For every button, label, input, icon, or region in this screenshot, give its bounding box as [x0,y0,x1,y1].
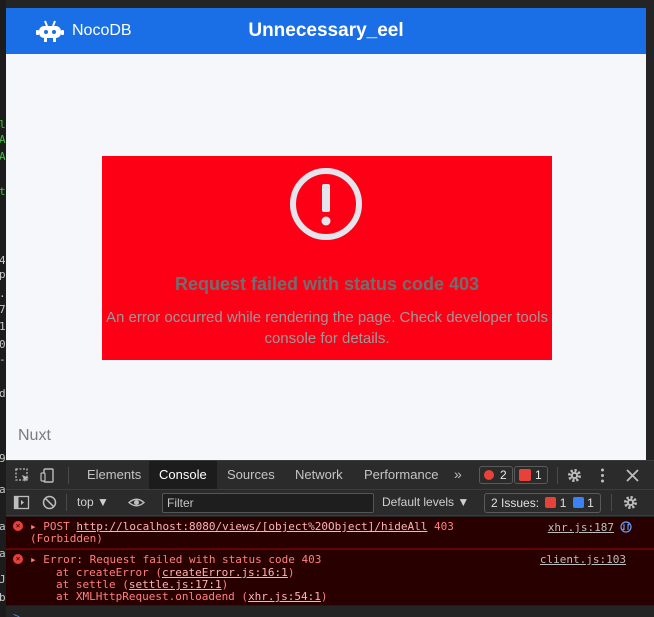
terminal-char: a [0,483,6,496]
source-link[interactable]: xhr.js:187 [548,522,614,534]
terminal-char: . [0,287,6,300]
frame-text: ) [287,566,295,579]
screen: lAAt4p.710-d9aaaJb NocoDB Unnecessary_ee… [0,0,654,617]
terminal-char: A [0,133,6,146]
message-text: ▸ Error: Request failed with status code… [30,553,322,566]
console-prompt[interactable]: > [13,610,20,617]
console-toolbar: top ▼ Filter Default levels ▼ 2 Issues: … [6,490,654,516]
frame-text: ) [320,590,328,603]
source-link[interactable]: client.js:103 [540,554,626,566]
error-panel: Request failed with status code 403 An e… [102,156,552,360]
warning-count: 1 [535,468,542,482]
error-description: An error occurred while rendering the pa… [106,309,548,347]
divider [611,494,612,511]
issues-info-count: 1 [587,496,594,510]
terminal-char: 4 [0,254,6,267]
more-tabs-icon[interactable]: » [454,466,462,482]
terminal-char: 0 [0,338,6,351]
live-expression-eye-icon[interactable] [128,494,145,511]
terminal-char: a [0,520,6,533]
devtools-panel: Elements Console Sources Network Perform… [6,460,654,617]
terminal-char: l [0,118,6,131]
status-text: (Forbidden) [30,532,103,545]
frame-text: at XMLHttpRequest.onloadend ( [56,590,249,603]
terminal-char: t [0,185,6,198]
issue-error-icon [519,469,531,481]
browser-page: NocoDB Unnecessary_eel Request failed wi… [6,8,646,460]
tab-sources[interactable]: Sources [217,461,285,489]
inspect-element-icon[interactable] [14,467,31,484]
tab-performance[interactable]: Performance [354,461,448,489]
status-code: 403 [434,520,454,533]
issues-label: 2 Issues: [491,496,540,510]
issue-info-icon [572,497,584,508]
project-title: Unnecessary_eel [248,20,404,41]
divider [66,494,67,511]
app-header: NocoDB Unnecessary_eel [6,8,646,54]
context-selector[interactable]: top ▼ [77,495,109,509]
divider [68,467,69,484]
devtools-tabbar: Elements Console Sources Network Perform… [6,461,654,490]
nuxt-footer-label: Nuxt [18,427,51,444]
frame-link[interactable]: xhr.js:54:1 [248,590,321,603]
issues-button[interactable]: 2 Issues: 1 1 [484,493,601,513]
network-request-icon[interactable] [620,521,632,533]
error-icon: ✕ [13,521,23,531]
terminal-char: - [0,353,6,366]
terminal-char: J [0,573,6,586]
close-icon[interactable] [624,467,641,484]
sidebar-toggle-icon[interactable] [13,494,30,511]
divider [557,467,558,484]
issue-error-icon [545,497,557,508]
terminal-char: b [0,591,6,604]
more-options-icon[interactable] [594,467,611,484]
terminal-char: a [0,547,6,560]
stack-frame: at XMLHttpRequest.onloadend (xhr.js:54:1… [56,591,328,603]
error-count: 2 [500,468,507,482]
tab-network[interactable]: Network [285,461,353,489]
console-error-message[interactable]: ✕ ▸ Error: Request failed with status co… [6,550,654,606]
console-settings-gear-icon[interactable] [622,494,639,511]
console-filter-input[interactable]: Filter [162,493,374,513]
terminal-char: p [0,268,6,281]
clear-console-icon[interactable] [41,494,58,511]
error-text: Error: Request failed with status code 4… [43,553,322,566]
error-title: Request failed with status code 403 [174,274,480,294]
issues-error-count: 1 [559,496,567,510]
error-circle-icon [290,168,362,240]
tab-elements[interactable]: Elements [77,461,151,489]
console-error-message[interactable]: ✕ ▸ POST http://localhost:8080/views/[ob… [6,517,654,549]
error-icon: ✕ [13,554,23,564]
terminal-char: A [0,150,6,163]
settings-gear-icon[interactable] [566,467,583,484]
warning-count-badge[interactable]: 1 [514,466,548,484]
device-toolbar-icon[interactable] [40,467,57,484]
terminal-char: 7 [0,303,6,316]
terminal-char: 1 [0,320,6,333]
tab-console[interactable]: Console [149,461,217,489]
log-levels-dropdown[interactable]: Default levels ▼ [382,495,469,509]
terminal-char: 9 [0,452,6,465]
terminal-char: d [0,387,6,400]
error-count-badge[interactable]: 2 [479,466,513,484]
request-url-link[interactable]: http://localhost:8080/views/[object%20Ob… [76,520,427,533]
error-icon [484,470,494,480]
